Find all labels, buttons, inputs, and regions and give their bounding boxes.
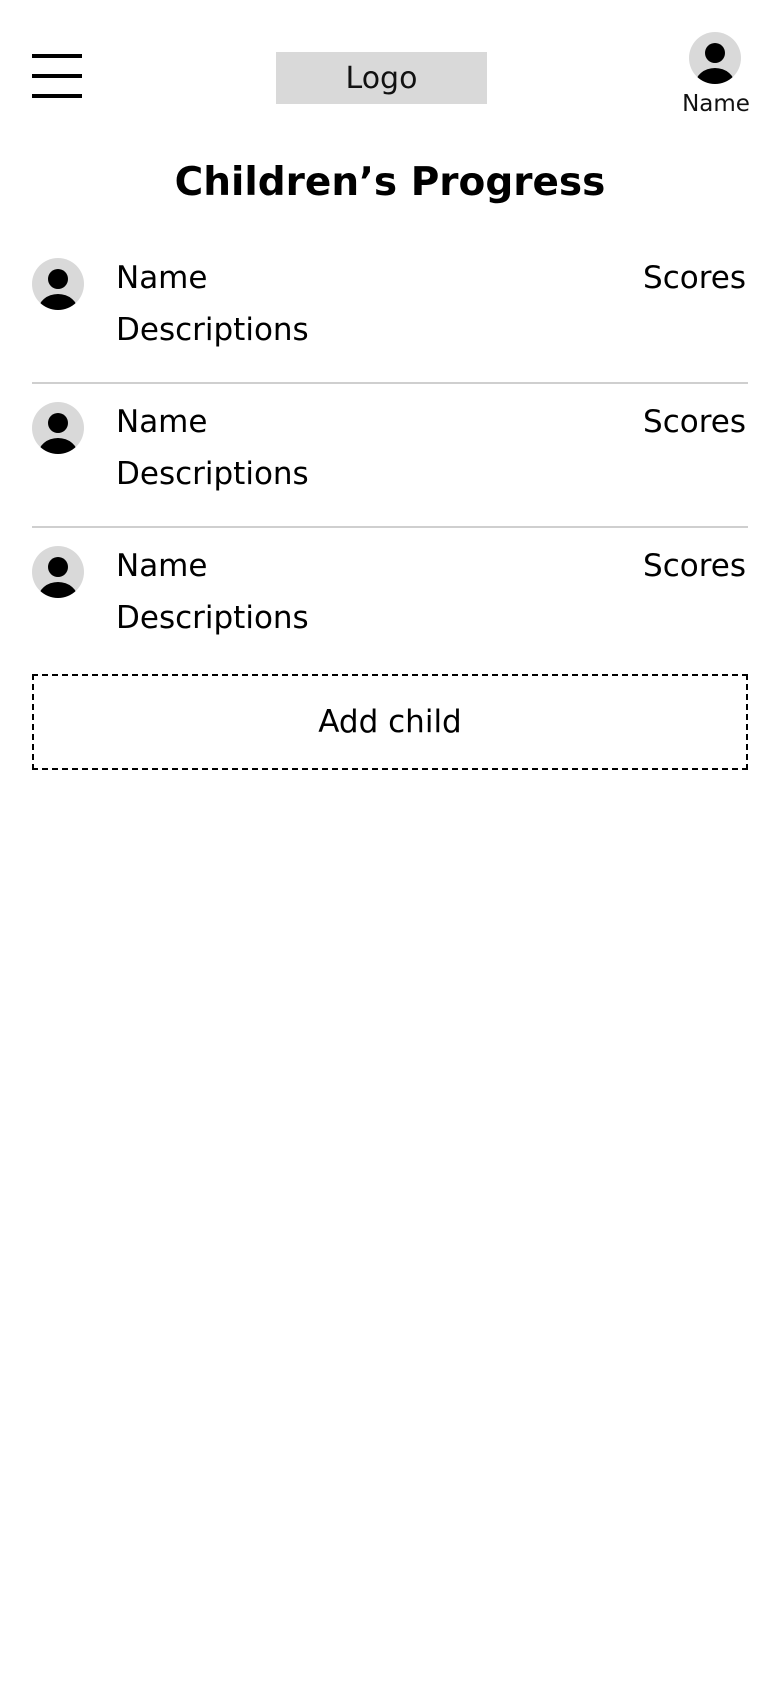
child-list-item[interactable]: Name Scores Descriptions — [32, 384, 748, 528]
child-name: Name — [116, 404, 208, 440]
child-scores: Scores — [643, 260, 746, 296]
child-description: Descriptions — [116, 456, 309, 492]
child-list-item[interactable]: Name Scores Descriptions — [32, 240, 748, 384]
child-description: Descriptions — [116, 312, 309, 348]
child-description: Descriptions — [116, 600, 309, 636]
user-name: Name — [682, 91, 750, 117]
user-avatar-icon — [32, 258, 84, 310]
user-avatar-icon — [689, 32, 741, 84]
child-name: Name — [116, 548, 208, 584]
child-list-item[interactable]: Name Scores Descriptions — [32, 528, 748, 672]
child-scores: Scores — [643, 404, 746, 440]
user-avatar-icon — [32, 546, 84, 598]
page-title: Children’s Progress — [174, 160, 606, 205]
child-scores: Scores — [643, 548, 746, 584]
menu-bar-top — [32, 54, 82, 58]
children-list: Name Scores Descriptions Name Scores Des… — [32, 240, 748, 672]
logo-text: Logo — [345, 60, 418, 96]
menu-bar-bottom — [32, 94, 82, 98]
hamburger-menu-icon[interactable] — [32, 54, 82, 100]
logo[interactable]: Logo — [276, 52, 487, 104]
child-name: Name — [116, 260, 208, 296]
user-profile[interactable]: Name — [674, 32, 758, 124]
menu-bar-middle — [32, 74, 82, 78]
user-avatar-icon — [32, 402, 84, 454]
add-child-button[interactable]: Add child — [32, 674, 748, 770]
